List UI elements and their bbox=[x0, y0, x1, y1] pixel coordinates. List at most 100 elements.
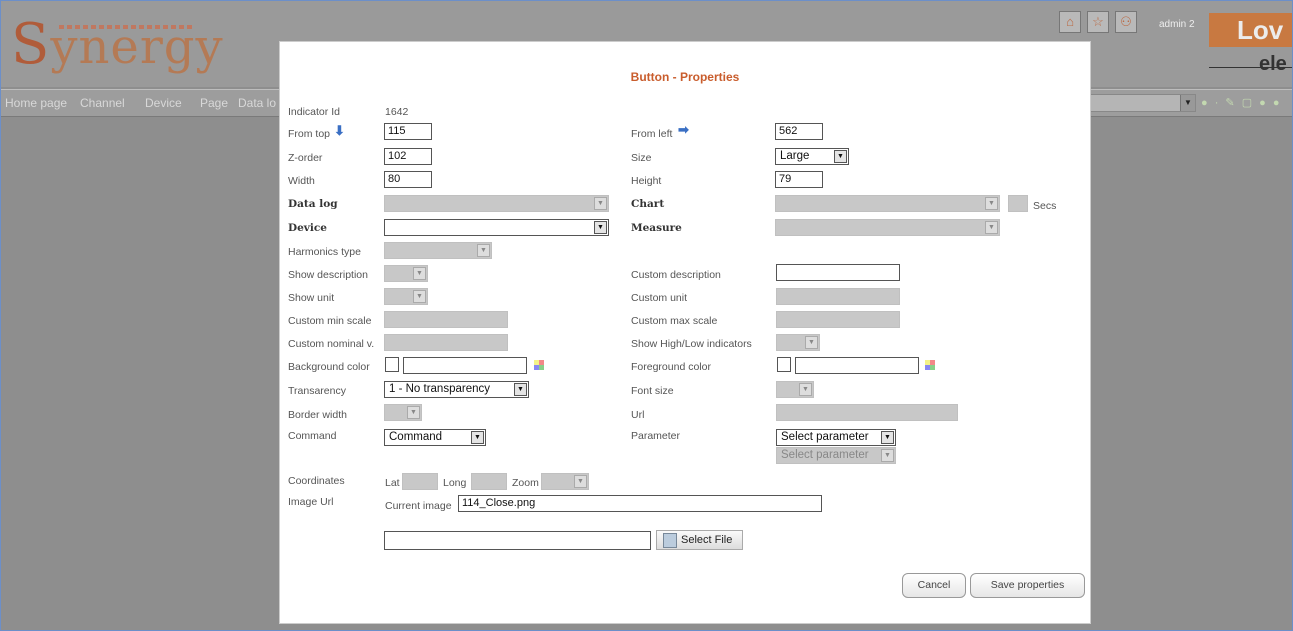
zoom-label: Zoom bbox=[512, 477, 539, 489]
transparency-select[interactable]: 1 - No transparency ▼ bbox=[384, 381, 529, 398]
long-input[interactable] bbox=[471, 473, 507, 490]
chart-label: Chart bbox=[631, 198, 665, 210]
dialog-title: Button - Properties bbox=[630, 70, 740, 84]
brand-subtext: ele bbox=[1259, 53, 1287, 75]
from-left-label: From left bbox=[631, 128, 673, 140]
chevron-down-icon: ▼ bbox=[881, 431, 894, 444]
parameter-2-value: Select parameter bbox=[781, 449, 869, 461]
foreground-color-swatch[interactable] bbox=[777, 357, 791, 372]
coordinates-label: Coordinates bbox=[288, 475, 345, 487]
chevron-down-icon: ▼ bbox=[985, 221, 998, 234]
custom-unit-label: Custom unit bbox=[631, 292, 688, 304]
header-icons: ⌂ ☆ ⚇ bbox=[1059, 11, 1137, 33]
toolbar-icons[interactable]: ● · ✎ ▢ ● ● bbox=[1201, 96, 1282, 109]
star-icon[interactable]: ☆ bbox=[1087, 11, 1109, 33]
chevron-down-icon: ▼ bbox=[471, 431, 484, 444]
color-picker-icon[interactable] bbox=[534, 360, 544, 370]
save-properties-button[interactable]: Save properties bbox=[970, 573, 1085, 598]
from-top-label: From top bbox=[288, 128, 331, 140]
from-left-input[interactable]: 562 bbox=[775, 123, 823, 140]
background-color-swatch[interactable] bbox=[385, 357, 399, 372]
indicator-id-value: 1642 bbox=[385, 106, 409, 118]
data-log-select[interactable]: ▼ bbox=[384, 195, 609, 212]
foreground-color-label: Foreground color bbox=[631, 361, 711, 373]
secs-label: Secs bbox=[1033, 200, 1057, 212]
file-path-input[interactable] bbox=[384, 531, 651, 550]
file-icon bbox=[663, 533, 677, 548]
custom-unit-input[interactable] bbox=[776, 288, 900, 305]
chart-select[interactable]: ▼ bbox=[775, 195, 1000, 212]
parameter-label: Parameter bbox=[631, 430, 681, 442]
command-select[interactable]: Command ▼ bbox=[384, 429, 486, 446]
command-label: Command bbox=[288, 430, 337, 442]
custom-nominal-label: Custom nominal v. bbox=[288, 338, 375, 350]
parameter-select[interactable]: Select parameter ▼ bbox=[776, 429, 896, 446]
background-color-input[interactable] bbox=[403, 357, 527, 374]
background-color-label: Background color bbox=[288, 361, 370, 373]
show-high-low-select[interactable]: ▼ bbox=[776, 334, 820, 351]
custom-max-scale-label: Custom max scale bbox=[631, 315, 718, 327]
measure-select[interactable]: ▼ bbox=[775, 219, 1000, 236]
current-image-input[interactable]: 114_Close.png bbox=[458, 495, 822, 512]
chevron-down-icon: ▼ bbox=[985, 197, 998, 210]
user-icon[interactable]: ⚇ bbox=[1115, 11, 1137, 33]
border-width-label: Border width bbox=[288, 409, 347, 421]
home-icon[interactable]: ⌂ bbox=[1059, 11, 1081, 33]
data-log-label: Data log bbox=[288, 198, 338, 210]
show-description-select[interactable]: ▼ bbox=[384, 265, 428, 282]
custom-max-scale-input[interactable] bbox=[776, 311, 900, 328]
nav-channel[interactable]: Channel bbox=[80, 96, 125, 110]
indicator-id-label: Indicator Id bbox=[288, 106, 340, 118]
properties-dialog: Button - Properties Indicator Id 1642 Fr… bbox=[279, 41, 1091, 624]
font-size-select[interactable]: ▼ bbox=[776, 381, 814, 398]
nav-device[interactable]: Device bbox=[145, 96, 182, 110]
chevron-down-icon: ▼ bbox=[834, 150, 847, 163]
nav-page[interactable]: Page bbox=[200, 96, 228, 110]
chevron-down-icon: ▼ bbox=[881, 449, 894, 462]
arrow-down-icon: ⬇ bbox=[334, 123, 345, 138]
border-width-select[interactable]: ▼ bbox=[384, 404, 422, 421]
chevron-down-icon: ▼ bbox=[594, 221, 607, 234]
nav-home[interactable]: Home page bbox=[5, 96, 67, 110]
harmonics-type-label: Harmonics type bbox=[288, 246, 361, 258]
custom-nominal-input[interactable] bbox=[384, 334, 508, 351]
chevron-down-icon: ▼ bbox=[413, 267, 426, 280]
width-input[interactable]: 80 bbox=[384, 171, 432, 188]
username: admin 2 bbox=[1159, 19, 1195, 30]
chevron-down-icon: ▼ bbox=[574, 475, 587, 488]
select-file-button[interactable]: Select File bbox=[656, 530, 743, 550]
chevron-down-icon: ▼ bbox=[477, 244, 490, 257]
secs-input[interactable] bbox=[1008, 195, 1028, 212]
logo-dots bbox=[59, 25, 195, 29]
show-high-low-label: Show High/Low indicators bbox=[631, 338, 752, 350]
from-top-input[interactable]: 115 bbox=[384, 123, 432, 140]
cancel-button[interactable]: Cancel bbox=[902, 573, 966, 598]
height-input[interactable]: 79 bbox=[775, 171, 823, 188]
chevron-down-icon: ▼ bbox=[805, 336, 818, 349]
custom-min-scale-input[interactable] bbox=[384, 311, 508, 328]
nav-select[interactable]: ▼ bbox=[1089, 94, 1196, 112]
zoom-select[interactable]: ▼ bbox=[541, 473, 589, 490]
custom-description-label: Custom description bbox=[631, 269, 721, 281]
long-label: Long bbox=[443, 477, 467, 489]
parameter-select-2[interactable]: Select parameter ▼ bbox=[776, 447, 896, 464]
show-unit-select[interactable]: ▼ bbox=[384, 288, 428, 305]
chevron-down-icon: ▼ bbox=[799, 383, 812, 396]
lat-input[interactable] bbox=[402, 473, 438, 490]
url-input[interactable] bbox=[776, 404, 958, 421]
nav-datalog[interactable]: Data lo bbox=[238, 96, 276, 110]
current-image-label: Current image bbox=[385, 500, 452, 512]
z-order-input[interactable]: 102 bbox=[384, 148, 432, 165]
size-select[interactable]: Large ▼ bbox=[775, 148, 849, 165]
transparency-label: Transarency bbox=[288, 385, 346, 397]
harmonics-type-select[interactable]: ▼ bbox=[384, 242, 492, 259]
height-label: Height bbox=[631, 175, 662, 187]
select-file-label: Select File bbox=[681, 534, 733, 546]
size-label: Size bbox=[631, 152, 652, 164]
device-select[interactable]: ▼ bbox=[384, 219, 609, 236]
lat-label: Lat bbox=[385, 477, 400, 489]
color-picker-icon[interactable] bbox=[925, 360, 935, 370]
custom-description-input[interactable] bbox=[776, 264, 900, 281]
foreground-color-input[interactable] bbox=[795, 357, 919, 374]
image-url-label: Image Url bbox=[288, 496, 334, 508]
